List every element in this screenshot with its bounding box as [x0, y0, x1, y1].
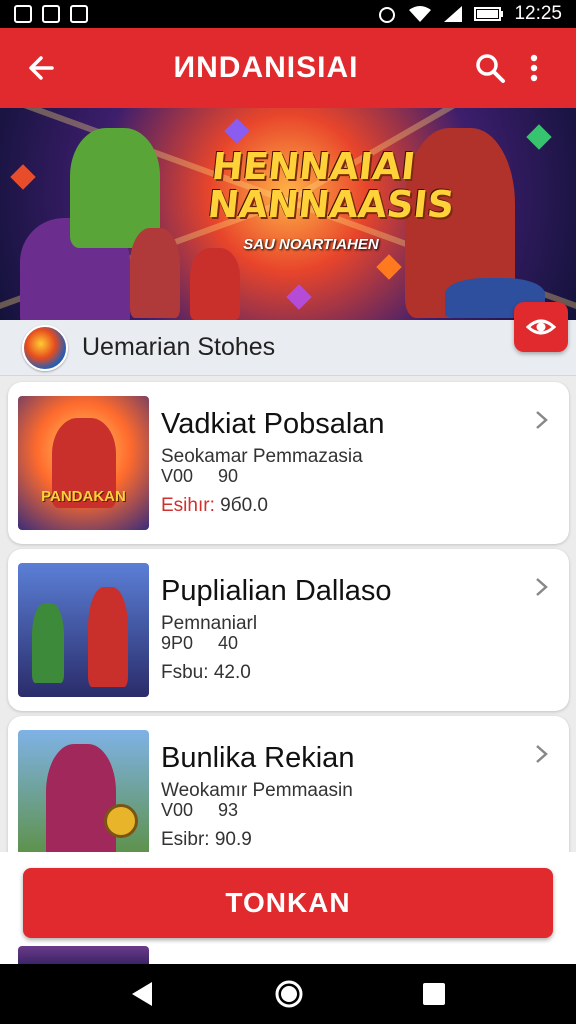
item-price: Esibr: 90.9 [161, 829, 252, 851]
arrow-left-icon [29, 56, 54, 80]
more-vert-icon [530, 54, 538, 82]
item-title: Puplialian Dallaso [161, 575, 392, 607]
page-title: ИNDANISIAI [173, 51, 359, 84]
status-time: 12:25 [514, 3, 562, 24]
chevron-right-icon [536, 411, 548, 429]
gem-decoration [526, 124, 552, 150]
price-value: 90.9 [214, 829, 252, 850]
banner-headline-line1: HENNAIAI [209, 145, 418, 188]
banner-subtitle: SAU NOARTIAHEN [243, 236, 379, 253]
notification-icon [14, 5, 32, 23]
price-value: 9б0.0 [220, 495, 269, 516]
item-meta: 9P0 40 [161, 633, 239, 653]
gem-decoration [10, 164, 36, 190]
item-meta: V00 90 [161, 466, 239, 486]
banner-headline-line2: NANNAASIS [205, 183, 457, 226]
banner-headline: HENNAIAI NANNAASIS [205, 145, 457, 226]
next-item-peek [18, 946, 149, 964]
item-meta: V00 93 [161, 800, 239, 820]
item-list: PANDAKAN Vadkiat Pobsalan Seokamar Pemma… [8, 382, 569, 883]
signal-icon [444, 6, 463, 22]
chevron-right-icon [536, 578, 548, 596]
back-button[interactable] [20, 46, 64, 90]
item-price: Esihır: 9б0.0 [161, 495, 268, 517]
nav-home-icon[interactable] [273, 978, 305, 1010]
chevron-right-icon [536, 745, 548, 763]
item-title: Vadkiat Pobsalan [161, 408, 385, 440]
item-subtitle: Seokamar Pemmazasia [161, 446, 363, 467]
nav-back-icon[interactable] [128, 979, 158, 1009]
wifi-icon [409, 6, 432, 22]
section-avatar [22, 324, 68, 371]
promo-banner[interactable]: HENNAIAI NANNAASIS SAU NOARTIAHEN [0, 108, 576, 320]
item-subtitle: Pemnaniarl [161, 613, 258, 634]
app-bar: ИNDANISIAI [0, 28, 576, 108]
status-bar: 12:25 [0, 0, 576, 28]
gem-decoration [376, 254, 402, 280]
battery-icon [474, 7, 504, 21]
list-item[interactable]: Puplialian Dallaso Pemnaniarl 9P0 40 Fsb… [8, 549, 569, 711]
thumbnail-caption: PANDAKAN [41, 488, 126, 505]
notification-icons [14, 5, 88, 23]
more-options-button[interactable] [512, 46, 556, 90]
price-prefix: Esihır: [161, 495, 215, 516]
item-price: Fsbu: 42.0 [161, 662, 251, 684]
gem-decoration [286, 284, 312, 310]
hero-character [130, 228, 180, 318]
item-thumbnail [18, 730, 149, 864]
system-nav-bar [0, 964, 576, 1024]
item-thumbnail: PANDAKAN [18, 396, 149, 530]
search-button[interactable] [468, 46, 512, 90]
primary-action-button[interactable]: TONKAN [23, 868, 553, 938]
watch-button[interactable] [514, 302, 568, 352]
item-title: Bunlika Rekian [161, 742, 355, 774]
alarm-icon [379, 7, 396, 23]
item-subtitle: Weokamır Pemmaasin [161, 780, 353, 801]
game-notification-icon [70, 5, 88, 23]
item-thumbnail [18, 563, 149, 697]
image-notification-icon [42, 5, 60, 23]
section-header: Uemarian Stohes [0, 320, 576, 376]
nav-recents-icon[interactable] [420, 980, 448, 1008]
price-prefix: Esibr: [161, 829, 210, 850]
price-prefix: Fsbu: [161, 662, 209, 683]
list-item[interactable]: PANDAKAN Vadkiat Pobsalan Seokamar Pemma… [8, 382, 569, 544]
gem-decoration [224, 118, 250, 144]
hero-character [190, 248, 240, 320]
price-value: 42.0 [213, 662, 251, 683]
eye-icon [525, 319, 557, 335]
section-label: Uemarian Stohes [82, 333, 276, 361]
search-icon [476, 54, 505, 83]
